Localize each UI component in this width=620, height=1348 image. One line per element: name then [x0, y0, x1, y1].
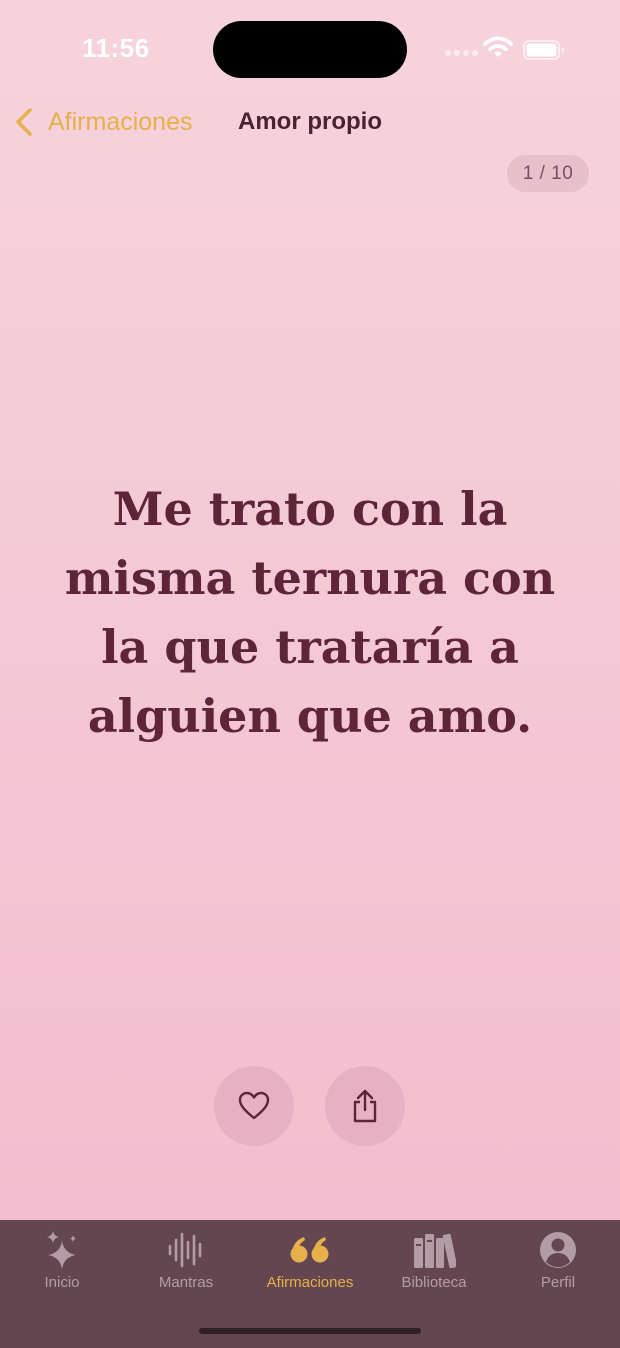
dynamic-island [213, 21, 407, 78]
page-title: Amor propio [238, 108, 382, 135]
heart-icon [238, 1091, 270, 1120]
page-counter-badge: 1 / 10 [507, 155, 589, 192]
quote-icon [290, 1237, 329, 1263]
sparkles-icon [47, 1231, 76, 1269]
status-bar: 11:56 [0, 0, 620, 100]
navigation-bar: Afirmaciones Amor propio [0, 96, 620, 146]
waveform-icon [168, 1232, 202, 1268]
tab-perfil[interactable]: Perfil [496, 1228, 620, 1298]
wifi-icon [483, 36, 513, 57]
tab-label: Mantras [158, 1274, 214, 1291]
tab-afirmaciones[interactable]: Afirmaciones [248, 1228, 372, 1298]
status-time: 11:56 [82, 33, 150, 63]
tab-mantras[interactable]: Mantras [124, 1228, 248, 1298]
books-icon [414, 1233, 456, 1269]
tab-inicio[interactable]: Inicio [0, 1228, 124, 1298]
home-indicator [199, 1328, 421, 1334]
share-button[interactable] [325, 1066, 405, 1146]
tab-label: Perfil [540, 1274, 576, 1291]
cellular-signal-icon [445, 50, 478, 56]
like-button[interactable] [214, 1066, 294, 1146]
tab-label: Biblioteca [401, 1274, 467, 1291]
tab-label: Afirmaciones [266, 1274, 354, 1291]
share-icon [353, 1089, 377, 1123]
back-button-label: Afirmaciones [48, 107, 193, 136]
tab-biblioteca[interactable]: Biblioteca [372, 1228, 496, 1298]
person-circle-icon [540, 1232, 576, 1268]
chevron-left-icon [16, 108, 32, 136]
battery-icon [523, 40, 564, 60]
back-button[interactable]: Afirmaciones [12, 102, 193, 142]
affirmation-text: Me trato con la misma ternura con la que… [64, 482, 556, 743]
tab-label: Inicio [44, 1274, 80, 1291]
